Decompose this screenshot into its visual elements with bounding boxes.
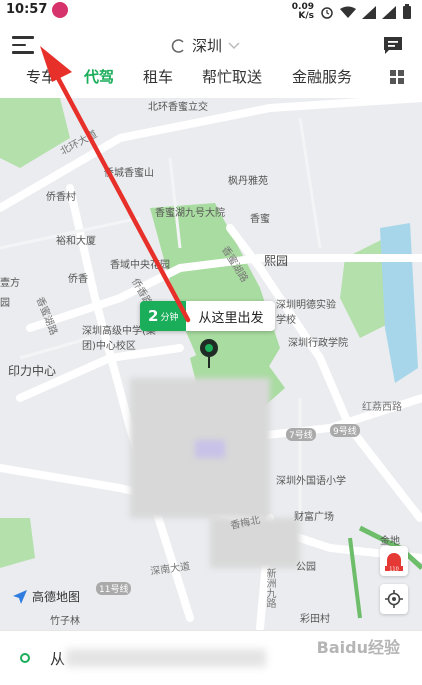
signal-icon (362, 5, 376, 19)
map-label: 印力中心 (8, 364, 57, 378)
service-tabs: 专车 代驾 租车 帮忙取送 金融服务 (0, 66, 422, 92)
wifi-icon (340, 6, 356, 18)
map-label: 香蜜 (250, 214, 270, 225)
eta-badge: 2 分钟 (140, 301, 187, 331)
map-view[interactable]: 北环香蜜立交 北环大道 侨城香蜜山 枫丹雅苑 侨香村 香蜜湖九号大院 香蜜 裕和… (0, 98, 422, 630)
map-label: 深圳明德实验学校 (276, 300, 336, 326)
tab-delivery[interactable]: 帮忙取送 (202, 66, 262, 87)
map-label: 侨香 (68, 274, 88, 285)
map-label: 公园 (296, 562, 316, 573)
map-label: 金地 (380, 536, 400, 547)
tab-car-rental[interactable]: 租车 (143, 66, 173, 87)
alarm-icon (321, 7, 333, 19)
map-label: 财富广场 (294, 512, 334, 523)
city-name: 深圳 (192, 37, 223, 55)
pickup-hint: 从这里出发 (198, 310, 264, 326)
menu-icon[interactable] (12, 36, 34, 54)
start-dot-icon (20, 653, 30, 663)
map-label: 红荔西路 (362, 402, 402, 413)
metro-badge: 7号线 (286, 428, 316, 441)
signal-icon-2 (382, 5, 396, 19)
map-label: 北环香蜜立交 (148, 102, 208, 113)
map-label: 园 (0, 298, 10, 309)
status-time: 10:57 (6, 2, 48, 17)
map-label: 裕和大厦 (56, 236, 96, 247)
map-label: 深圳外国语小学 (276, 476, 346, 487)
message-icon[interactable] (382, 35, 404, 55)
map-label: 侨香村 (46, 192, 76, 203)
chevron-down-icon (228, 41, 240, 49)
tab-finance[interactable]: 金融服务 (292, 66, 352, 87)
map-label: 香蜜湖九号大院 (155, 208, 225, 219)
grid-icon[interactable] (390, 70, 404, 84)
map-label: 壹方 (0, 278, 20, 289)
pickup-bubble[interactable]: 2 分钟 从这里出发 (140, 301, 276, 331)
map-label: 枫丹雅苑 (228, 176, 268, 187)
from-prefix: 从 (50, 650, 66, 668)
map-label: 香域中央花园 (110, 260, 170, 271)
app-notification-icon (52, 2, 68, 18)
map-label: 深圳行政学院 (288, 338, 348, 349)
tab-premium[interactable]: 专车 (26, 66, 56, 87)
map-logo: 高德地图 (12, 588, 80, 605)
alarm-siren-icon: 110 (385, 553, 403, 572)
city-selector[interactable]: 深圳 (170, 35, 240, 56)
tab-designated-driver[interactable]: 代驾 (84, 66, 114, 87)
net-speed: 0.09 K/s (291, 2, 314, 21)
locate-me-button[interactable] (380, 584, 408, 614)
loading-icon (171, 38, 184, 53)
metro-badge: 9号线 (330, 424, 360, 437)
app-header: 深圳 专车 代驾 租车 帮忙取送 金融服务 (0, 22, 422, 99)
emergency-button[interactable]: 110 (380, 546, 408, 576)
map-label: 彩田村 (300, 614, 330, 625)
map-label: 竹子林 (50, 616, 80, 627)
status-bar: 10:57 0.09 K/s (0, 0, 422, 22)
privacy-blur (195, 440, 225, 458)
watermark: Baidu经验 (316, 638, 400, 657)
location-pin-icon (200, 339, 218, 368)
metro-badge: 11号线 (96, 582, 132, 595)
privacy-blur (66, 649, 266, 667)
sos-label: 110 (389, 566, 399, 572)
crosshair-icon (385, 590, 403, 608)
map-label: 新洲九路 (264, 568, 275, 608)
map-label: 熙园 (264, 254, 289, 268)
battery-icon (403, 4, 411, 19)
navigation-arrow-icon (13, 589, 27, 604)
map-label: 侨城香蜜山 (104, 168, 154, 179)
